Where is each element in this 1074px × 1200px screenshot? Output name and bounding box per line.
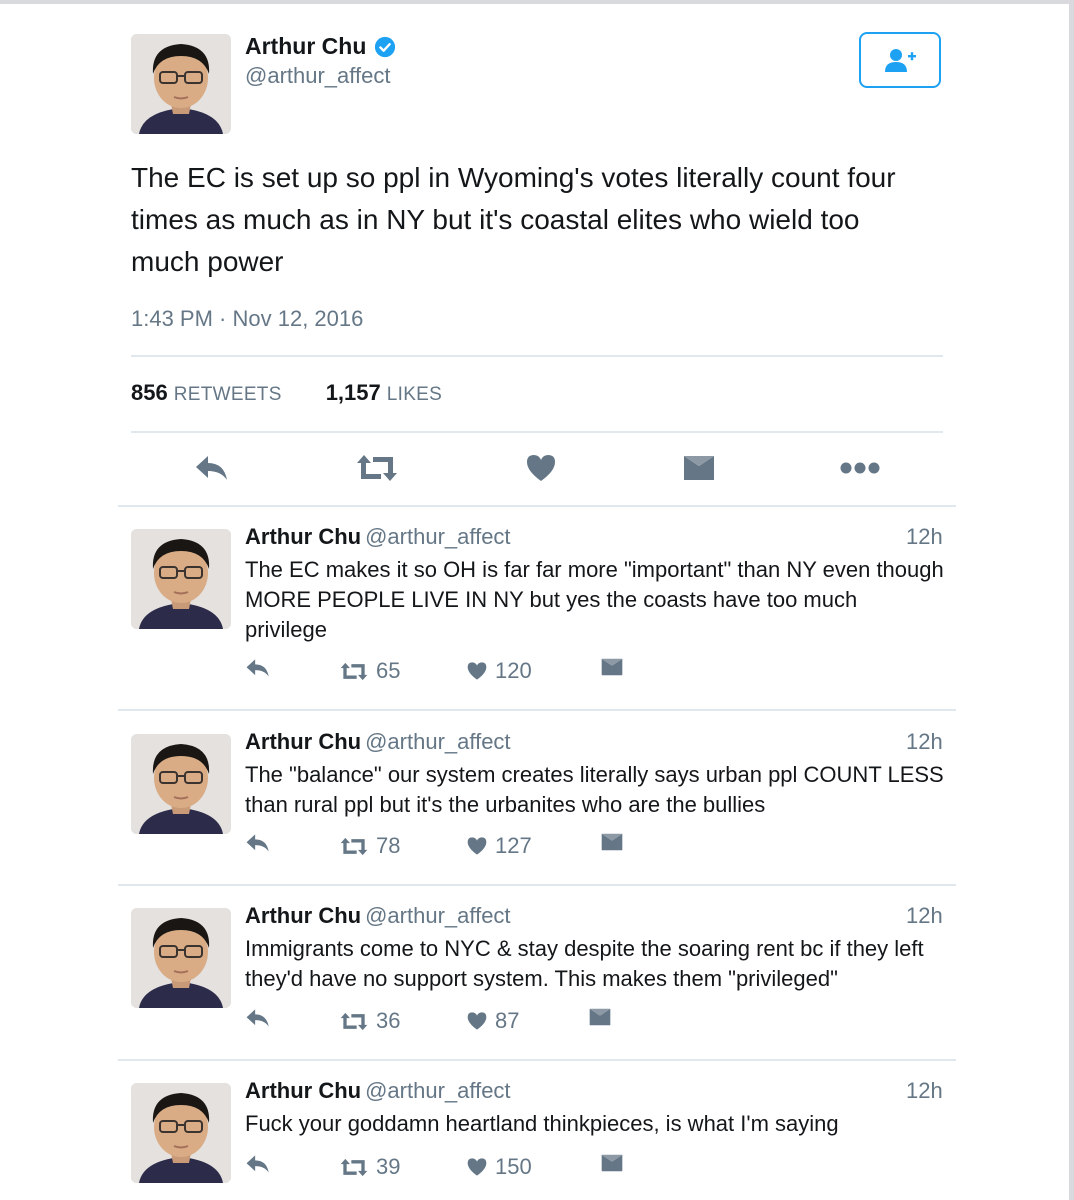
direct-message-icon	[601, 658, 623, 676]
author-name[interactable]: Arthur Chu	[245, 729, 361, 754]
divider	[118, 884, 956, 886]
like-count: 150	[495, 1154, 532, 1179]
tweet-time[interactable]: 12h	[906, 729, 943, 755]
reply-icon	[246, 1009, 269, 1027]
author-handle[interactable]: @arthur_affect	[245, 63, 390, 89]
tweet-header: Arthur Chu @arthur_affect	[245, 524, 511, 550]
reply-button[interactable]	[245, 833, 271, 853]
author-handle[interactable]: @arthur_affect	[365, 524, 510, 549]
author-handle[interactable]: @arthur_affect	[365, 729, 510, 754]
reply-icon	[246, 1155, 269, 1173]
like-icon	[467, 1158, 487, 1176]
right-border	[1069, 0, 1074, 1200]
tweet-text: The "balance" our system creates literal…	[245, 762, 944, 817]
retweet-button[interactable]: 65	[340, 658, 400, 684]
top-border	[0, 0, 1074, 4]
reply-icon[interactable]	[194, 454, 230, 482]
direct-message-button[interactable]	[601, 658, 623, 676]
tweet-header: Arthur Chu @arthur_affect	[245, 729, 511, 755]
reply-icon	[246, 834, 269, 852]
tweet-header: Arthur Chu @arthur_affect	[245, 1078, 511, 1104]
retweet-count: 78	[376, 833, 401, 858]
tweet-text: The EC is set up so ppl in Wyoming's vot…	[131, 162, 896, 277]
like-button[interactable]: 150	[467, 1154, 532, 1180]
like-count: 120	[495, 658, 532, 683]
reply-button[interactable]	[245, 658, 271, 678]
add-user-icon	[885, 49, 916, 72]
likes-label: LIKES	[386, 384, 443, 405]
tweet-time[interactable]: 12h	[906, 1078, 943, 1104]
tweet-text: Fuck your goddamn heartland thinkpieces,…	[245, 1111, 839, 1136]
author-handle[interactable]: @arthur_affect	[365, 903, 510, 928]
likes-stat[interactable]: 1,157 LIKES	[326, 380, 442, 406]
tweet-timestamp[interactable]: 1:43 PM · Nov 12, 2016	[131, 306, 363, 332]
reply-icon	[246, 659, 269, 677]
tweet-time[interactable]: 12h	[906, 903, 943, 929]
avatar-image	[131, 34, 231, 134]
retweet-button[interactable]: 36	[340, 1008, 400, 1034]
tweet-stats: 856 RETWEETS 1,157 LIKES	[131, 380, 442, 406]
retweet-count: 65	[376, 658, 401, 683]
retweet-button[interactable]: 78	[340, 833, 400, 859]
retweets-label: RETWEETS	[173, 384, 282, 405]
avatar[interactable]	[131, 34, 231, 134]
divider	[118, 1059, 956, 1061]
like-button[interactable]: 120	[467, 658, 532, 684]
author-handle[interactable]: @arthur_affect	[365, 1078, 510, 1103]
direct-message-icon[interactable]	[683, 455, 715, 481]
like-button[interactable]: 87	[467, 1008, 519, 1034]
retweets-count: 856	[131, 380, 168, 405]
tweet-header: Arthur Chu @arthur_affect	[245, 903, 511, 929]
author-name[interactable]: Arthur Chu	[245, 1078, 361, 1103]
author-name[interactable]: Arthur Chu	[245, 524, 361, 549]
direct-message-button[interactable]	[589, 1008, 611, 1026]
retweet-icon[interactable]	[356, 454, 398, 482]
divider	[118, 505, 956, 507]
retweet-icon	[340, 662, 368, 680]
retweet-icon	[340, 1158, 368, 1176]
like-icon[interactable]	[526, 453, 556, 483]
avatar[interactable]	[131, 529, 231, 629]
avatar[interactable]	[131, 1083, 231, 1183]
avatar-image	[131, 734, 231, 834]
avatar[interactable]	[131, 908, 231, 1008]
retweet-icon	[340, 837, 368, 855]
direct-message-button[interactable]	[601, 833, 623, 851]
retweet-count: 36	[376, 1008, 401, 1033]
divider	[118, 709, 956, 711]
like-count: 87	[495, 1008, 520, 1033]
divider	[131, 431, 943, 433]
divider	[131, 355, 943, 357]
like-icon	[467, 662, 487, 680]
like-count: 127	[495, 833, 532, 858]
avatar-image	[131, 1083, 231, 1183]
like-button[interactable]: 127	[467, 833, 532, 859]
direct-message-icon	[601, 833, 623, 851]
retweets-stat[interactable]: 856 RETWEETS	[131, 380, 282, 406]
avatar-image	[131, 529, 231, 629]
author-name[interactable]: Arthur Chu	[245, 903, 361, 928]
tweet-text: The EC makes it so OH is far far more "i…	[245, 557, 944, 642]
likes-count: 1,157	[325, 380, 381, 405]
follow-button[interactable]	[859, 32, 941, 88]
tweet-time[interactable]: 12h	[906, 524, 943, 550]
like-icon	[467, 837, 487, 855]
retweet-button[interactable]: 39	[340, 1154, 400, 1180]
tweet-text: Immigrants come to NYC & stay despite th…	[245, 936, 924, 991]
verified-badge-icon	[375, 36, 396, 57]
more-icon[interactable]	[840, 461, 880, 475]
avatar-image	[131, 908, 231, 1008]
like-icon	[467, 1012, 487, 1030]
retweet-icon	[340, 1012, 368, 1030]
reply-button[interactable]	[245, 1008, 271, 1028]
author-name-text: Arthur Chu	[245, 33, 367, 59]
retweet-count: 39	[376, 1154, 401, 1179]
direct-message-button[interactable]	[601, 1154, 623, 1172]
direct-message-icon	[589, 1008, 611, 1026]
avatar[interactable]	[131, 734, 231, 834]
direct-message-icon	[601, 1154, 623, 1172]
reply-button[interactable]	[245, 1154, 271, 1174]
author-name[interactable]: Arthur Chu	[245, 33, 396, 60]
